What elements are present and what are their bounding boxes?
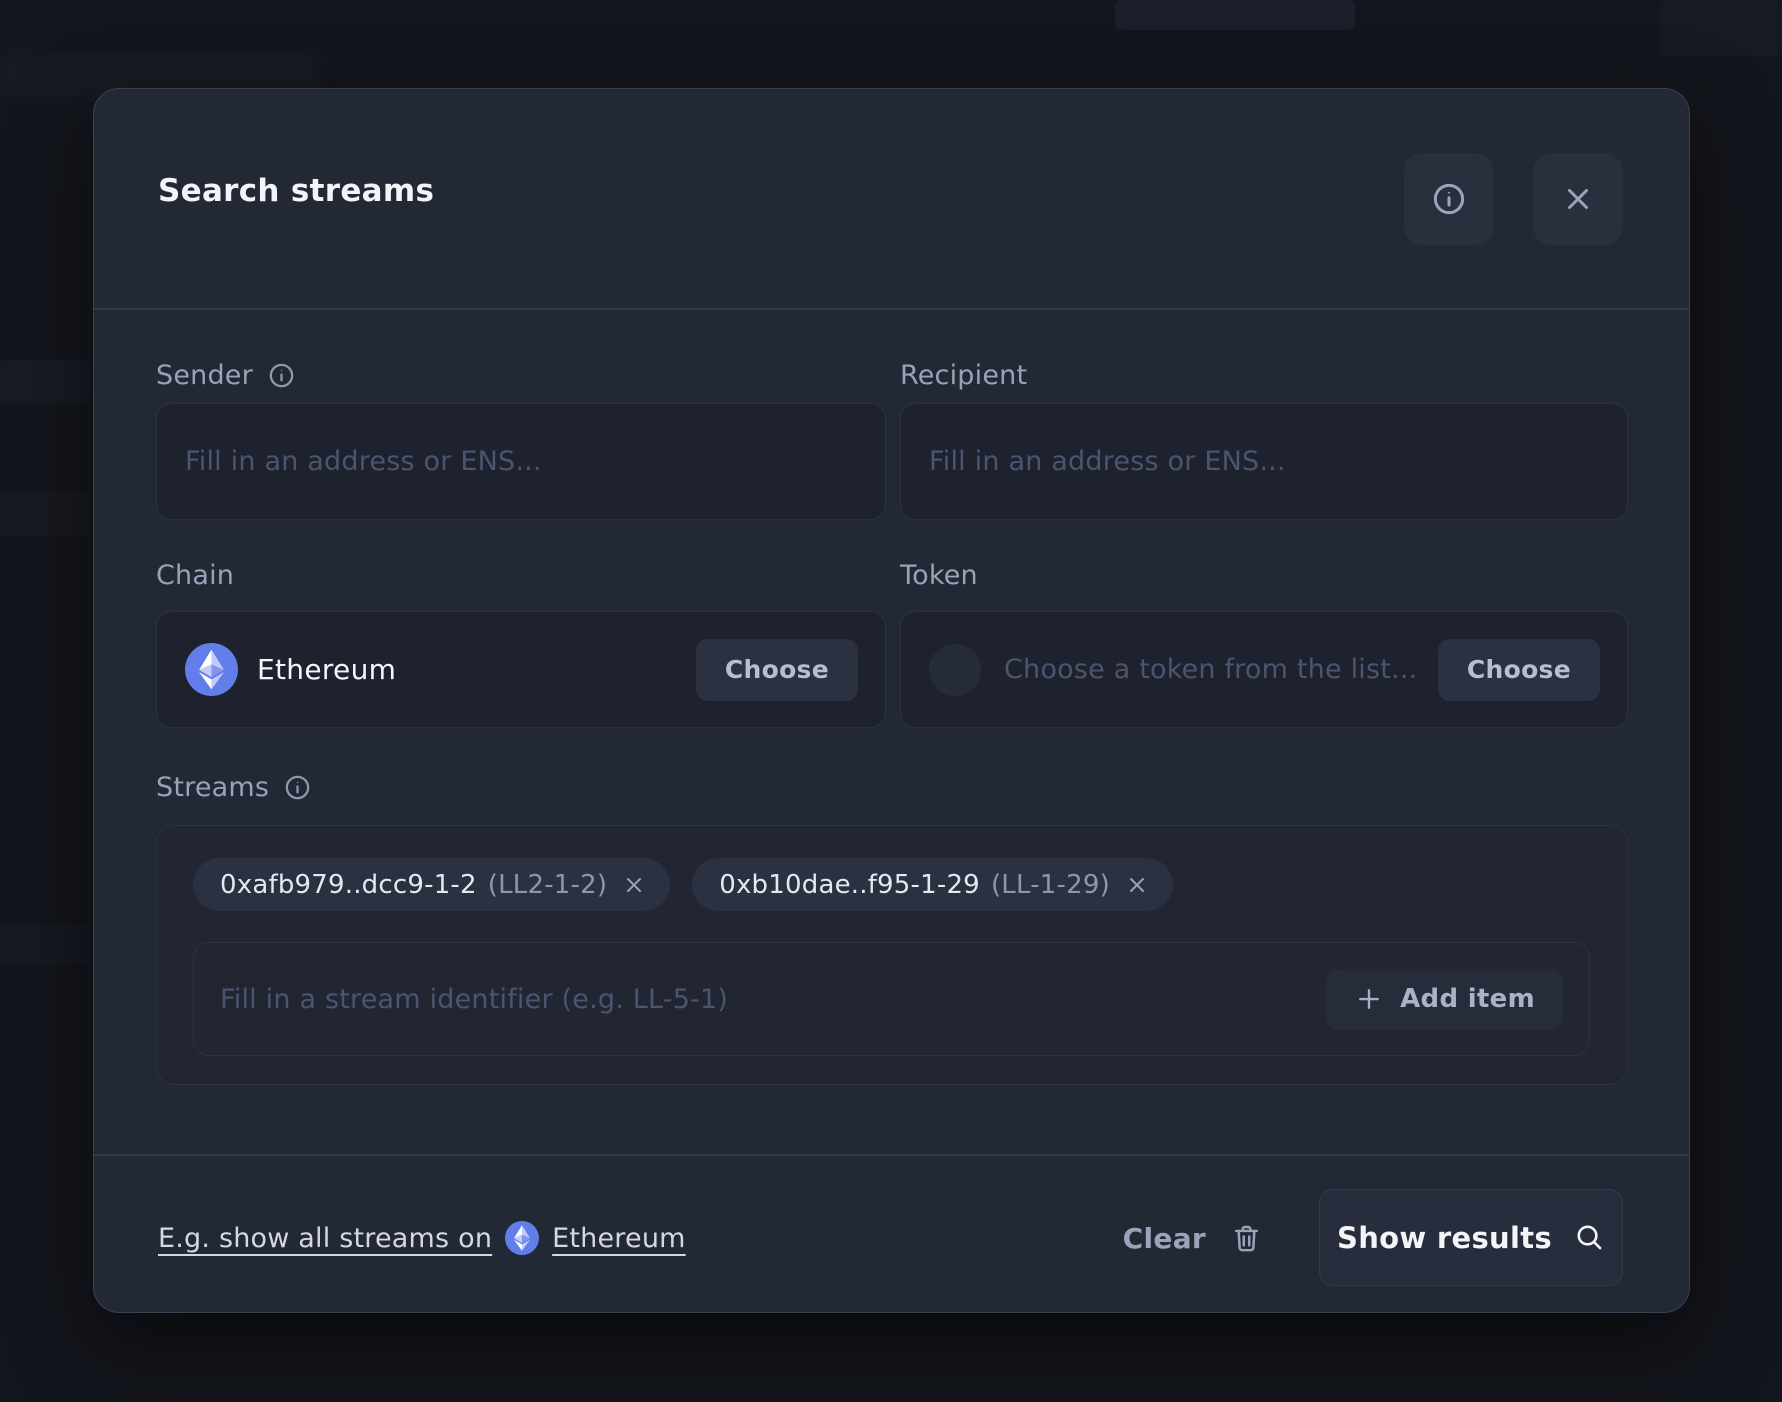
token-placeholder-text: Choose a token from the list... [1004, 654, 1438, 685]
streams-field-container: 0xafb979..dcc9-1-2 (LL2-1-2) 0xb10dae..f… [156, 825, 1628, 1085]
chain-choose-button[interactable]: Choose [696, 639, 858, 701]
close-icon [622, 873, 646, 897]
close-icon [1125, 873, 1149, 897]
info-icon[interactable] [267, 361, 296, 390]
stream-chip-id: 0xb10dae..f95-1-29 [719, 870, 980, 900]
sender-label-row: Sender [156, 357, 886, 393]
dialog-title: Search streams [158, 173, 434, 209]
token-placeholder-circle [929, 644, 981, 696]
stream-chip-tag: (LL2-1-2) [488, 870, 607, 900]
chain-selector[interactable]: Ethereum Choose [156, 611, 886, 728]
streams-label: Streams [156, 772, 269, 803]
plus-icon [1354, 984, 1384, 1014]
example-streams-link[interactable]: E.g. show all streams on [158, 1223, 492, 1254]
clear-label: Clear [1123, 1222, 1206, 1255]
background-fragment [0, 360, 90, 404]
stream-chip-tag: (LL-1-29) [991, 870, 1110, 900]
stream-identifier-field: Add item [193, 942, 1590, 1056]
recipient-label: Recipient [900, 360, 1027, 391]
sender-label: Sender [156, 360, 253, 391]
dialog-close-button[interactable] [1533, 153, 1623, 245]
token-choose-button[interactable]: Choose [1438, 639, 1600, 701]
search-icon [1574, 1222, 1605, 1253]
recipient-input[interactable] [900, 403, 1628, 520]
token-label: Token [900, 560, 978, 591]
dialog-info-button[interactable] [1404, 153, 1494, 245]
chain-label-row: Chain [156, 557, 886, 593]
background-fragment [0, 492, 90, 536]
background-fragment [1660, 0, 1782, 56]
search-streams-dialog: Search streams Sender [93, 88, 1690, 1313]
ethereum-icon [505, 1221, 539, 1255]
example-chain-link[interactable]: Ethereum [552, 1223, 686, 1254]
trash-icon [1230, 1222, 1263, 1255]
chain-value: Ethereum [257, 653, 696, 686]
show-results-button[interactable]: Show results [1319, 1189, 1623, 1286]
recipient-label-row: Recipient [900, 357, 1628, 393]
stream-chip: 0xb10dae..f95-1-29 (LL-1-29) [692, 858, 1173, 911]
stream-chip-list: 0xafb979..dcc9-1-2 (LL2-1-2) 0xb10dae..f… [193, 858, 1173, 911]
sender-input[interactable] [156, 403, 886, 520]
info-icon[interactable] [283, 773, 312, 802]
close-icon [1561, 182, 1595, 216]
token-label-row: Token [900, 557, 1628, 593]
clear-button[interactable]: Clear [1123, 1207, 1263, 1269]
token-selector[interactable]: Choose a token from the list... Choose [900, 611, 1628, 728]
streams-label-row: Streams [156, 769, 886, 805]
add-item-label: Add item [1400, 984, 1535, 1014]
info-icon [1430, 180, 1468, 218]
stream-chip-remove-button[interactable] [622, 873, 646, 897]
example-link-row: E.g. show all streams on Ethereum [158, 1207, 686, 1269]
header-divider [94, 308, 1689, 310]
show-results-label: Show results [1337, 1221, 1552, 1255]
background-fragment [1115, 0, 1355, 30]
stream-chip: 0xafb979..dcc9-1-2 (LL2-1-2) [193, 858, 670, 911]
footer-divider [94, 1154, 1689, 1156]
ethereum-icon [185, 643, 238, 696]
stream-chip-remove-button[interactable] [1125, 873, 1149, 897]
stream-identifier-input[interactable] [218, 983, 1326, 1016]
add-item-button[interactable]: Add item [1326, 969, 1563, 1030]
stream-chip-id: 0xafb979..dcc9-1-2 [220, 870, 477, 900]
background-fragment [0, 925, 90, 965]
chain-label: Chain [156, 560, 234, 591]
